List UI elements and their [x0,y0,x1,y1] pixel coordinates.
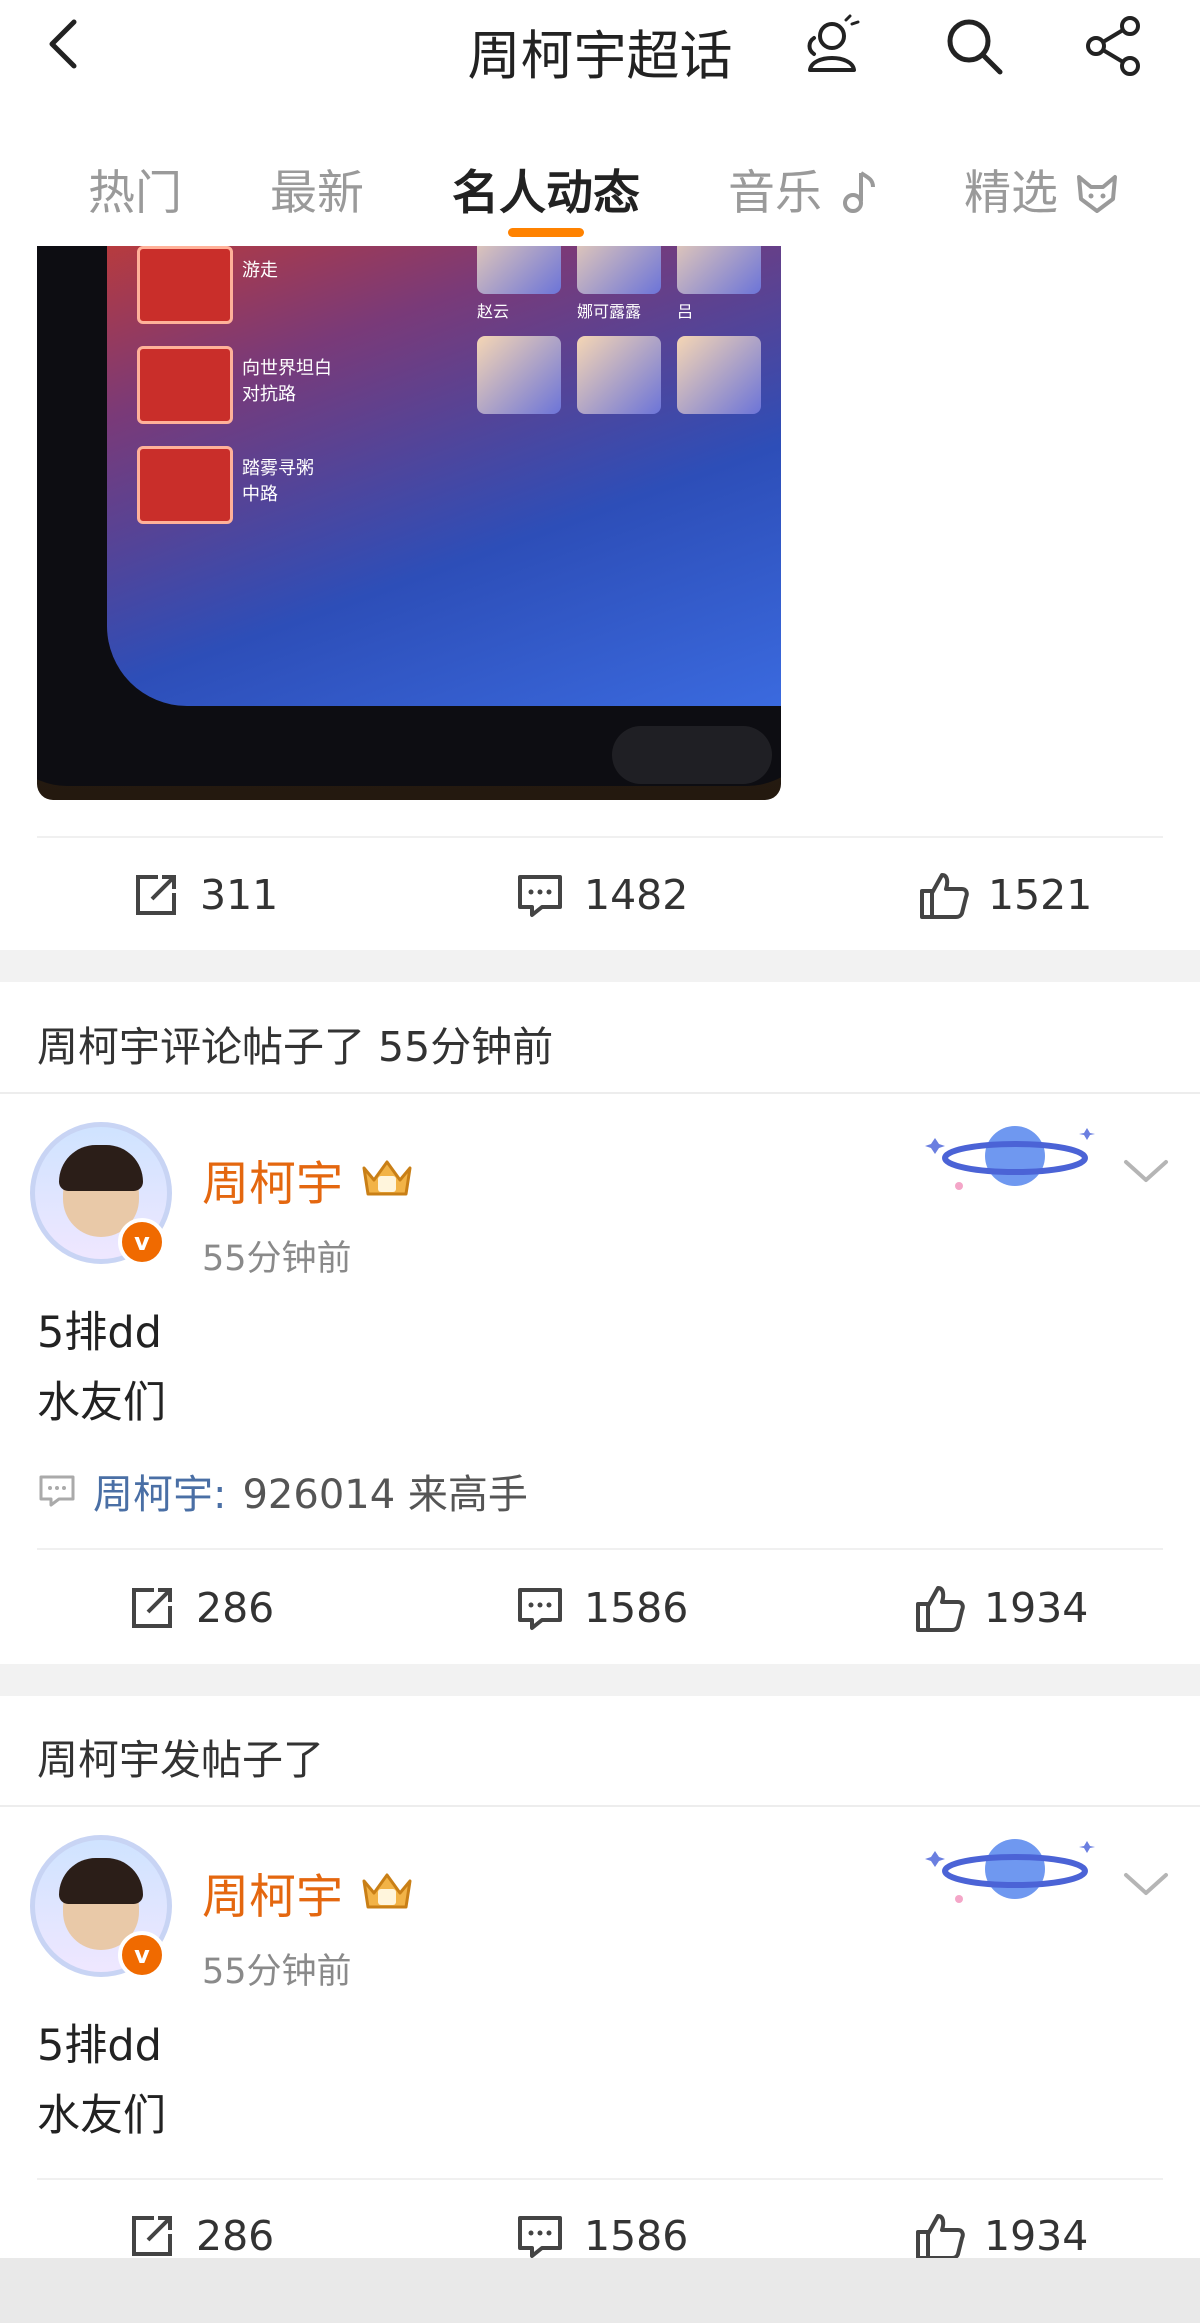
username[interactable]: 周柯宇 [202,1858,343,1927]
divider [37,1548,1163,1550]
divider [37,2178,1163,2180]
post-time: 55分钟前 [202,1952,352,1992]
post-image[interactable]: 游走 向世界坦白 对抗路 踏雾寻粥 中路 赵云 娜可露露 吕 [37,246,781,800]
repost-icon [136,875,176,915]
comment-small-icon [39,1475,75,1507]
post-text-line: 水友们 [37,1378,166,1428]
comment-button[interactable]: 1586 [514,1578,688,1638]
tab-featured-label: 精选 [964,166,1058,221]
page-title: 周柯宇超话 [467,26,733,87]
like-icon [916,1586,965,1632]
game-menu-item [137,246,233,324]
search-icon[interactable] [942,14,1006,78]
game-menu-label: 游走 [242,260,278,281]
like-count: 1934 [984,1584,1089,1632]
top-bar: 周柯宇超话 [0,0,1200,109]
tab-bar: 热门 最新 名人动态 音乐 精选 [0,108,1200,244]
phone-illustration: 游走 向世界坦白 对抗路 踏雾寻粥 中路 赵云 娜可露露 吕 [37,246,781,786]
comment-button[interactable]: 1482 [514,865,688,925]
hero-name: 赵云 [477,302,510,321]
comment-count: 1586 [584,1584,689,1632]
tab-hot[interactable]: 热门 [88,154,182,223]
planet-decoration-icon [925,1839,1095,1903]
game-menu-label: 向世界坦白 对抗路 [242,358,332,405]
game-menu-item [137,446,233,524]
comment-icon [518,1588,562,1630]
section-title: 周柯宇发帖子了 [37,1736,324,1784]
crown-badge-icon [362,1160,412,1196]
image-overlay-pill [612,726,772,784]
post-text: 5排dd 水友们 [37,1298,166,1438]
chevron-down-icon[interactable] [1120,1150,1172,1190]
verified-badge: v [118,1931,166,1979]
tab-music-label: 音乐 [728,166,822,221]
section-title: 周柯宇评论帖子了 55分钟前 [37,1023,554,1071]
verified-badge: v [118,1218,166,1266]
hero-name: 吕 [677,302,694,321]
post-text-line: 5排dd [37,1308,162,1358]
section-gap [0,1664,1200,1696]
post-time: 55分钟前 [202,1239,352,1279]
repost-button[interactable]: 311 [130,865,278,925]
back-icon[interactable] [36,14,96,74]
tab-latest[interactable]: 最新 [270,154,364,223]
divider [37,836,1163,838]
tab-featured[interactable]: 精选 [964,154,1121,223]
repost-count: 286 [196,2212,275,2260]
divider [0,1805,1200,1807]
comment-count: 1482 [584,871,689,919]
comment-preview[interactable]: 周柯宇: 926014 来高手 [37,1462,528,1520]
like-button[interactable]: 1934 [914,1578,1088,1638]
crown-badge-icon [362,1873,412,1909]
like-count: 1521 [988,871,1093,919]
music-note-icon [842,171,875,213]
comment-text: 926014 来高手 [242,1472,528,1518]
fox-icon [1076,175,1117,213]
hero-name: 娜可露露 [577,302,642,321]
hero-grid: 赵云 娜可露露 吕 [477,246,781,456]
like-icon [916,2214,965,2260]
chevron-down-icon[interactable] [1120,1863,1172,1903]
like-count: 1934 [984,2212,1089,2260]
repost-count: 286 [196,1584,275,1632]
planet-decoration-icon [925,1126,1095,1190]
like-button[interactable]: 1521 [918,865,1092,925]
like-button[interactable]: 1934 [914,2206,1088,2266]
post-text-line: 5排dd [37,2021,162,2071]
repost-count: 311 [200,871,279,919]
divider [0,1092,1200,1094]
username[interactable]: 周柯宇 [202,1145,343,1214]
repost-button[interactable]: 286 [126,1578,274,1638]
game-screen: 游走 向世界坦白 对抗路 踏雾寻粥 中路 赵云 娜可露露 吕 [107,246,781,706]
active-tab-indicator [508,228,584,237]
repost-icon [132,2216,172,2256]
repost-icon [132,1588,172,1628]
post-text: 5排dd 水友们 [37,2011,166,2151]
comment-button[interactable]: 1586 [514,2206,688,2266]
game-menu-label: 踏雾寻粥 中路 [242,458,314,505]
comment-icon [518,875,562,917]
person-add-icon[interactable] [800,14,864,78]
like-icon [920,873,969,919]
share-icon[interactable] [1082,14,1146,78]
comment-author[interactable]: 周柯宇: [93,1462,226,1520]
comment-icon [518,2216,562,2258]
bottom-band [0,2258,1200,2323]
tab-music[interactable]: 音乐 [728,154,877,223]
post-text-line: 水友们 [37,2091,166,2141]
section-gap [0,950,1200,982]
tab-celebrity-updates[interactable]: 名人动态 [452,154,640,223]
comment-count: 1586 [584,2212,689,2260]
repost-button[interactable]: 286 [126,2206,274,2266]
game-menu-item [137,346,233,424]
